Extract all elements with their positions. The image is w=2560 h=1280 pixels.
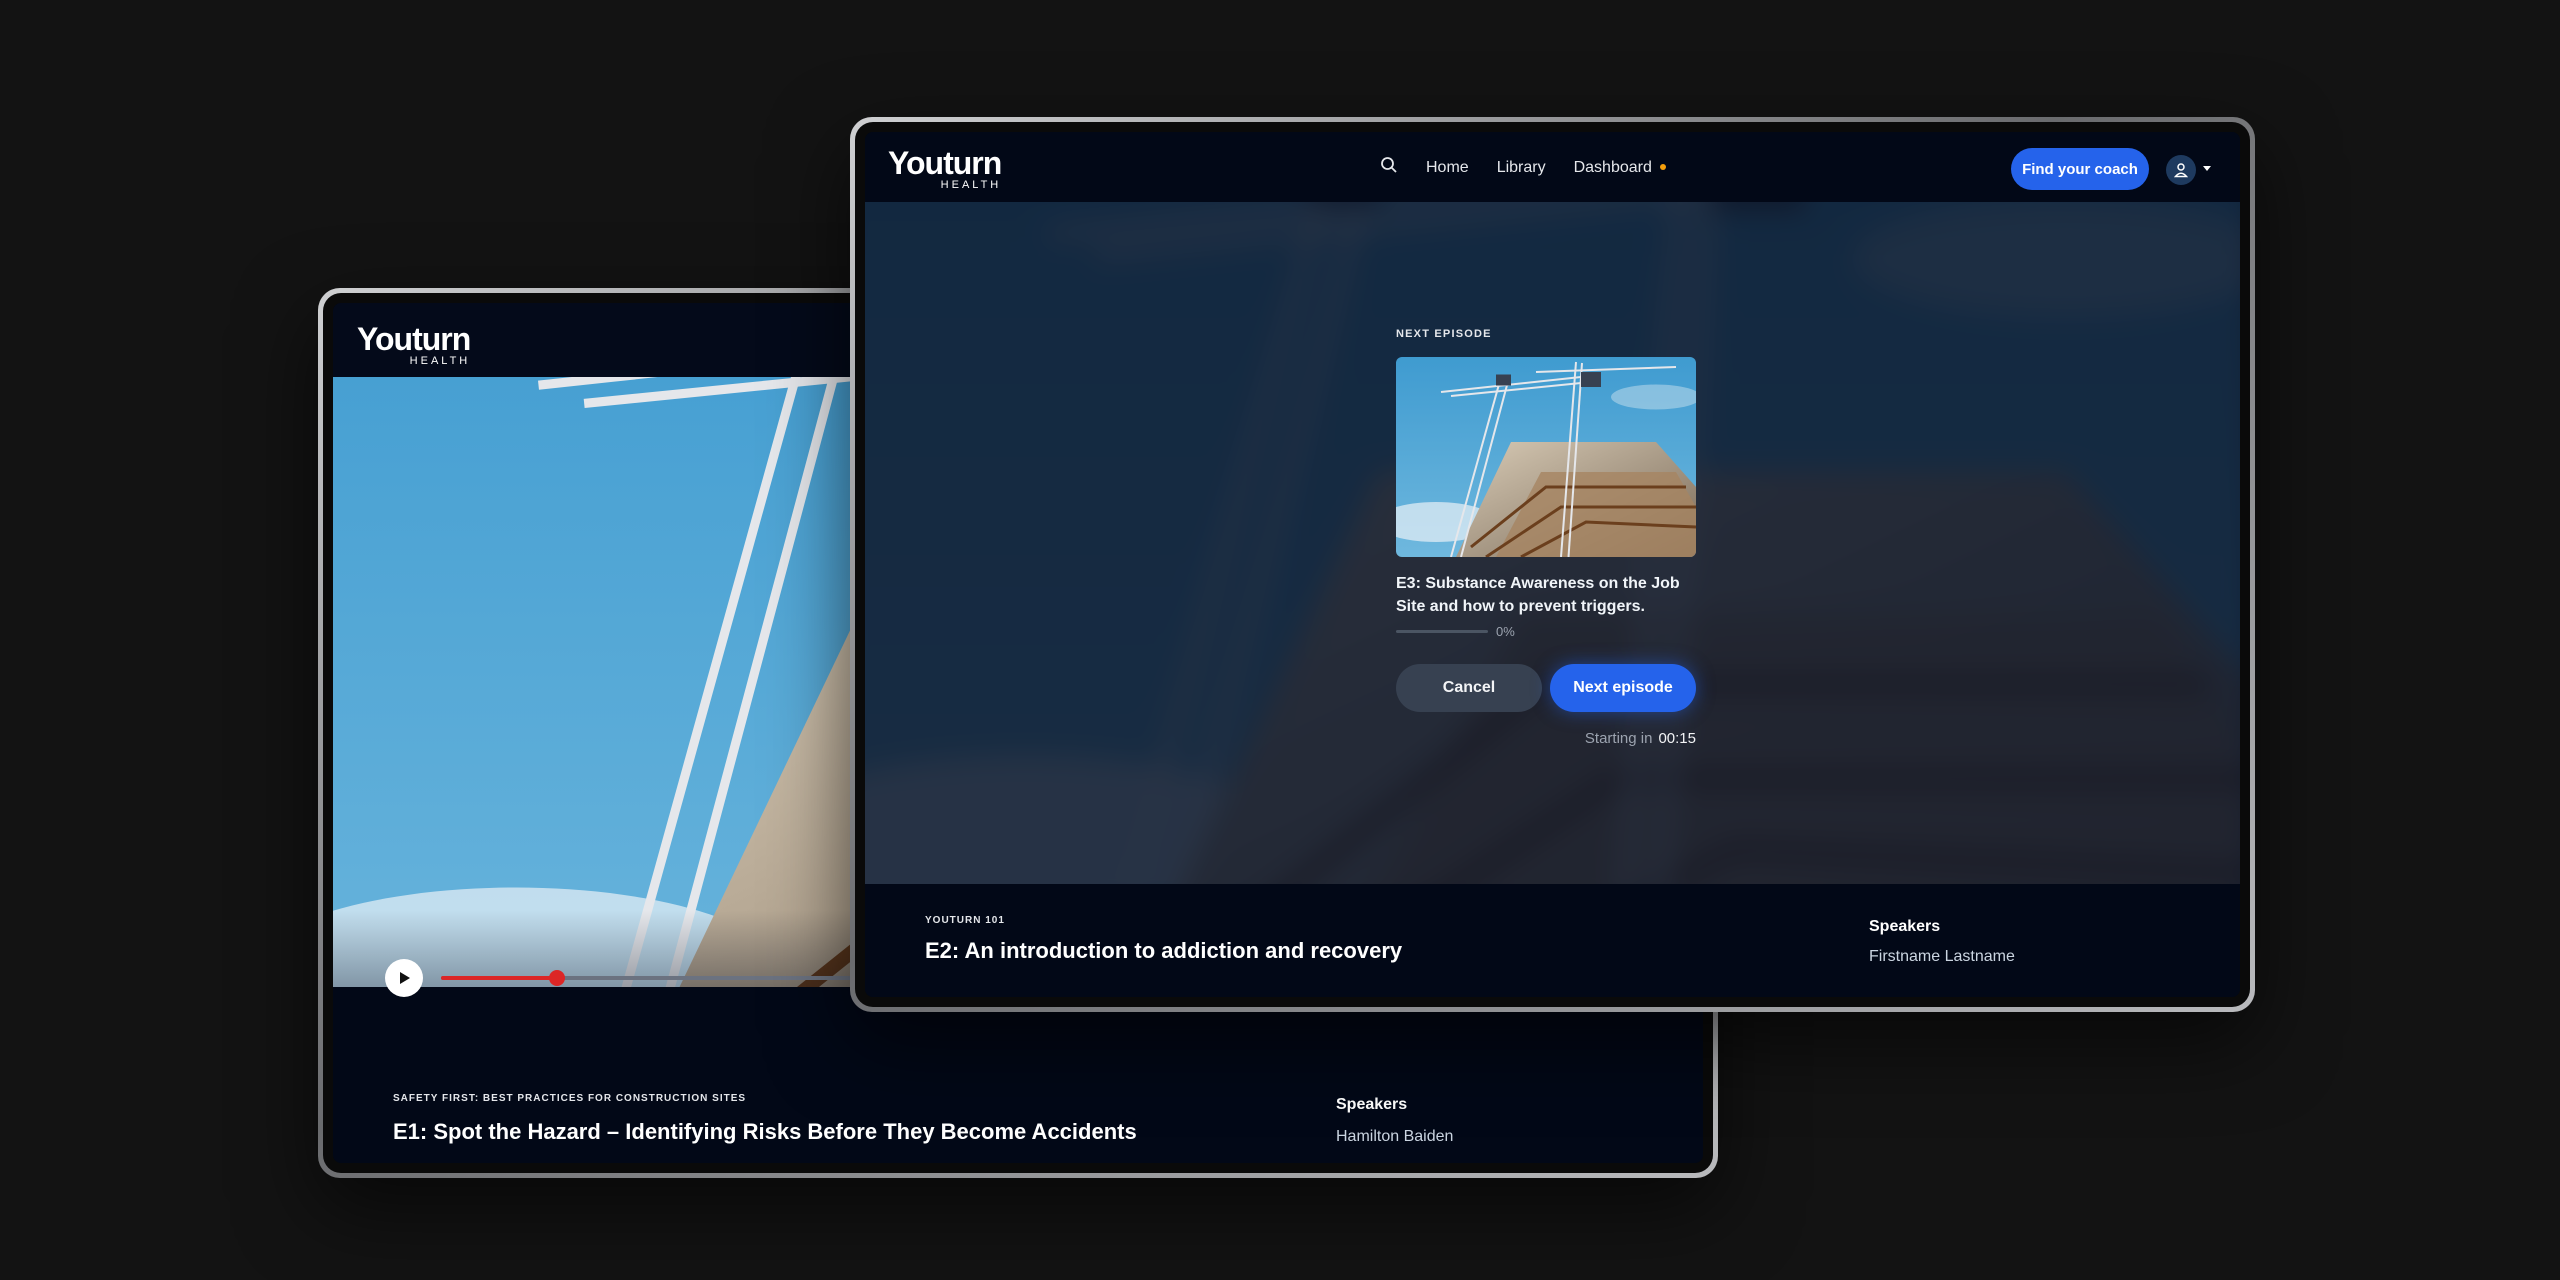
logo-subtitle: HEALTH	[409, 355, 471, 367]
logo-subtitle: HEALTH	[940, 179, 1002, 191]
logo-wordmark: Youturn	[888, 145, 1002, 181]
progress-percent: 0%	[1496, 624, 1515, 639]
front-device-bezel: Youturn HEALTH Home Library Dashboard Fi…	[855, 122, 2250, 1007]
next-episode-button[interactable]: Next episode	[1550, 664, 1696, 712]
next-episode-thumbnail[interactable]	[1396, 357, 1696, 557]
notification-dot	[1659, 164, 1666, 171]
speaker-name[interactable]: Firstname Lastname	[1869, 948, 2015, 966]
episode-meta-bar: YOUTURN 101 E2: An introduction to addic…	[865, 884, 2240, 997]
series-title: YOUTURN 101	[925, 915, 1005, 926]
nav-library[interactable]: Library	[1497, 159, 1546, 177]
cancel-button[interactable]: Cancel	[1396, 664, 1542, 712]
play-button[interactable]	[385, 959, 423, 997]
play-icon	[400, 972, 410, 984]
episode-title: E2: An introduction to addiction and rec…	[925, 938, 1403, 963]
user-icon	[2173, 163, 2189, 178]
nav-dashboard-label: Dashboard	[1573, 158, 1652, 176]
speakers-heading: Speakers	[1869, 918, 1941, 935]
search-icon	[1381, 157, 1397, 173]
next-episode-title: E3: Substance Awareness on the Job Site …	[1396, 575, 1680, 615]
user-avatar[interactable]	[2166, 155, 2196, 185]
next-episode-label: NEXT EPISODE	[1396, 328, 1492, 340]
nav-links: Home Library Dashboard	[1380, 156, 1666, 179]
logo-wordmark: Youturn	[357, 321, 471, 357]
top-navbar: Youturn HEALTH Home Library Dashboard Fi…	[865, 132, 2240, 202]
find-coach-button[interactable]: Find your coach	[2011, 148, 2149, 190]
next-episode-actions: Cancel Next episode	[1396, 664, 1696, 712]
speakers-heading: Speakers	[1336, 1096, 1408, 1113]
progress-bar	[1396, 630, 1488, 633]
next-episode-card: NEXT EPISODE E3: Substance Awareness on …	[1396, 328, 1696, 747]
nav-home[interactable]: Home	[1426, 159, 1469, 177]
site-logo[interactable]: Youturn HEALTH	[888, 145, 1002, 191]
front-device: Youturn HEALTH Home Library Dashboard Fi…	[850, 117, 2255, 1012]
next-episode-progress: 0%	[1396, 624, 1696, 639]
construction-thumbnail-image	[1396, 357, 1696, 557]
episode-title: E1: Spot the Hazard – Identifying Risks …	[393, 1119, 1137, 1144]
speaker-name[interactable]: Hamilton Baiden	[1336, 1128, 1453, 1146]
nav-dashboard[interactable]: Dashboard	[1574, 159, 1666, 177]
scrubber-progress	[441, 976, 557, 980]
countdown-timer: 00:15	[1658, 730, 1696, 747]
front-screen: Youturn HEALTH Home Library Dashboard Fi…	[865, 132, 2240, 997]
search-button[interactable]	[1380, 156, 1398, 179]
chevron-down-icon[interactable]	[2203, 166, 2211, 171]
starting-in-label: Starting in	[1584, 730, 1653, 747]
video-frame-blurred: NEXT EPISODE E3: Substance Awareness on …	[865, 202, 2240, 884]
scrubber-handle[interactable]	[548, 970, 565, 986]
series-title: SAFETY FIRST: BEST PRACTICES FOR CONSTRU…	[393, 1093, 747, 1104]
back-logo[interactable]: Youturn HEALTH	[357, 321, 471, 367]
autoplay-countdown: Starting in 00:15	[1396, 730, 1696, 747]
